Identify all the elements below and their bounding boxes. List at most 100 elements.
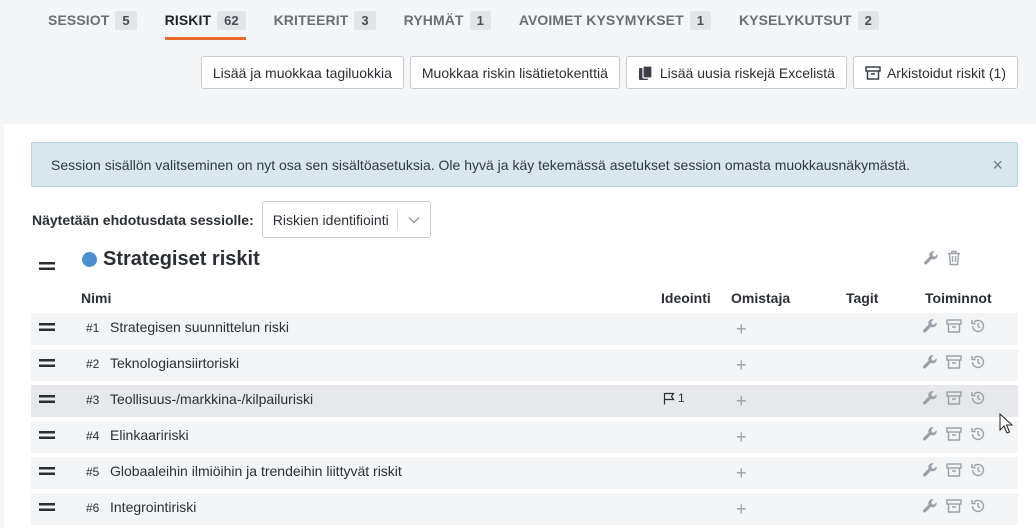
- tab-count-badge: 62: [217, 10, 246, 30]
- row-actions: [922, 390, 986, 406]
- history-icon[interactable]: [970, 426, 986, 442]
- tab-count-badge: 5: [115, 10, 137, 30]
- archive-icon: [865, 65, 881, 81]
- add-owner-button[interactable]: +: [736, 499, 747, 519]
- tab-count-badge: 1: [689, 10, 711, 30]
- tab-count-badge: 1: [469, 10, 491, 30]
- tab-sessions[interactable]: SESSIOT 5: [48, 0, 137, 40]
- row-actions: [922, 318, 986, 334]
- archive-icon[interactable]: [946, 426, 962, 442]
- risk-name[interactable]: Globaaleihin ilmiöihin ja trendeihin lii…: [110, 463, 402, 479]
- drag-handle-icon[interactable]: [39, 319, 55, 337]
- risk-name[interactable]: Integrointiriski: [110, 499, 196, 515]
- tab-risks[interactable]: RISKIT 62: [164, 0, 246, 40]
- row-actions: [922, 426, 986, 442]
- archive-icon[interactable]: [946, 462, 962, 478]
- drag-handle-icon[interactable]: [39, 499, 55, 517]
- archived-risks-button[interactable]: Arkistoidut riskit (1): [852, 56, 1018, 89]
- tab-label: SESSIOT: [48, 12, 110, 28]
- session-selector-label: Näytetään ehdotusdata sessiolle:: [32, 211, 254, 228]
- button-label: Muokkaa riskin lisätietokenttiä: [421, 64, 608, 81]
- column-header-ideation: Ideointi: [661, 290, 711, 306]
- info-alert: Session sisällön valitseminen on nyt osa…: [31, 142, 1018, 187]
- history-icon[interactable]: [970, 498, 986, 514]
- button-label: Lisää ja muokkaa tagiluokkia: [212, 64, 392, 81]
- copy-icon: [638, 64, 654, 81]
- tab-label: KYSELYKUTSUT: [738, 12, 852, 28]
- risks-panel: Session sisällön valitseminen on nyt osa…: [4, 124, 1036, 528]
- tab-criteria[interactable]: KRITEERIT 3: [274, 0, 376, 40]
- row-actions: [922, 462, 986, 478]
- risk-row[interactable]: #3 Teollisuus-/markkina-/kilpailuriski 1 +: [31, 385, 1018, 417]
- close-icon[interactable]: ×: [992, 155, 1003, 176]
- import-from-excel-button[interactable]: Lisää uusia riskejä Excelistä: [625, 56, 847, 89]
- history-icon[interactable]: [970, 318, 986, 334]
- edit-tag-classes-button[interactable]: Lisää ja muokkaa tagiluokkia: [200, 56, 404, 89]
- flag-icon: [663, 392, 675, 405]
- wrench-icon[interactable]: [922, 390, 938, 406]
- column-header-tags: Tagit: [846, 290, 879, 306]
- tab-count-badge: 3: [354, 10, 376, 30]
- risk-row[interactable]: #5 Globaaleihin ilmiöihin ja trendeihin l…: [31, 457, 1018, 489]
- trash-icon[interactable]: [947, 250, 961, 266]
- ideation-indicator[interactable]: 1: [663, 391, 685, 405]
- tab-count-badge: 2: [857, 10, 879, 30]
- drag-handle-icon[interactable]: [39, 463, 55, 481]
- wrench-icon[interactable]: [922, 498, 938, 514]
- column-header-name: Nimi: [81, 290, 112, 306]
- history-icon[interactable]: [970, 354, 986, 370]
- tab-label: AVOIMET KYSYMYKSET: [518, 12, 684, 28]
- history-icon[interactable]: [970, 390, 986, 406]
- session-selector-row: Näytetään ehdotusdata sessiolle: Riskien…: [32, 201, 431, 238]
- session-select[interactable]: Riskien identifiointi: [261, 201, 431, 238]
- add-owner-button[interactable]: +: [736, 319, 747, 339]
- risk-row[interactable]: #2 Teknologiansiirtoriski +: [31, 349, 1018, 381]
- add-owner-button[interactable]: +: [736, 427, 747, 447]
- tab-groups[interactable]: RYHMÄT 1: [404, 0, 491, 40]
- tab-survey-invitations[interactable]: KYSELYKUTSUT 2: [739, 0, 879, 40]
- archive-icon[interactable]: [946, 498, 962, 514]
- risk-name[interactable]: Teknologiansiirtoriski: [110, 355, 239, 371]
- button-label: Arkistoidut riskit (1): [886, 64, 1006, 81]
- risk-row[interactable]: #6 Integrointiriski +: [31, 493, 1018, 525]
- drag-handle-icon[interactable]: [39, 258, 55, 276]
- risk-name[interactable]: Strategisen suunnittelun riski: [110, 319, 289, 335]
- drag-handle-icon[interactable]: [39, 391, 55, 409]
- risk-name[interactable]: Teollisuus-/markkina-/kilpailuriski: [110, 391, 313, 407]
- wrench-icon[interactable]: [923, 250, 939, 266]
- history-icon[interactable]: [970, 462, 986, 478]
- tab-bar: SESSIOT 5 RISKIT 62 KRITEERIT 3 RYHMÄT 1…: [48, 0, 907, 40]
- wrench-icon[interactable]: [922, 354, 938, 370]
- button-label: Lisää uusia riskejä Excelistä: [659, 64, 835, 81]
- risk-name[interactable]: Elinkaaririski: [110, 427, 189, 443]
- column-header-actions: Toiminnot: [925, 290, 992, 306]
- chevron-down-icon: [398, 216, 430, 224]
- row-actions: [922, 354, 986, 370]
- alert-text: Session sisällön valitseminen on nyt osa…: [51, 156, 911, 173]
- table-header: Nimi Ideointi Omistaja Tagit Toiminnot: [4, 290, 1036, 310]
- wrench-icon[interactable]: [922, 426, 938, 442]
- risk-number: #6: [86, 501, 100, 515]
- risk-row[interactable]: #1 Strategisen suunnittelun riski +: [31, 313, 1018, 345]
- archive-icon[interactable]: [946, 390, 962, 406]
- drag-handle-icon[interactable]: [39, 355, 55, 373]
- drag-handle-icon[interactable]: [39, 427, 55, 445]
- group-actions: [923, 250, 961, 266]
- edit-extra-fields-button[interactable]: Muokkaa riskin lisätietokenttiä: [409, 56, 620, 89]
- risk-number: #1: [86, 321, 100, 335]
- tab-label: RYHMÄT: [403, 12, 464, 28]
- archive-icon[interactable]: [946, 354, 962, 370]
- row-actions: [922, 498, 986, 514]
- add-owner-button[interactable]: +: [736, 355, 747, 375]
- archive-icon[interactable]: [946, 318, 962, 334]
- add-owner-button[interactable]: +: [736, 391, 747, 411]
- mouse-cursor-icon: [999, 412, 1014, 440]
- toolbar: Lisää ja muokkaa tagiluokkia Muokkaa ris…: [200, 56, 1018, 89]
- column-header-owner: Omistaja: [731, 290, 791, 306]
- risk-row[interactable]: #4 Elinkaaririski +: [31, 421, 1018, 453]
- wrench-icon[interactable]: [922, 318, 938, 334]
- tab-open-questions[interactable]: AVOIMET KYSYMYKSET 1: [519, 0, 711, 40]
- add-owner-button[interactable]: +: [736, 463, 747, 483]
- wrench-icon[interactable]: [922, 462, 938, 478]
- risk-number: #4: [86, 429, 100, 443]
